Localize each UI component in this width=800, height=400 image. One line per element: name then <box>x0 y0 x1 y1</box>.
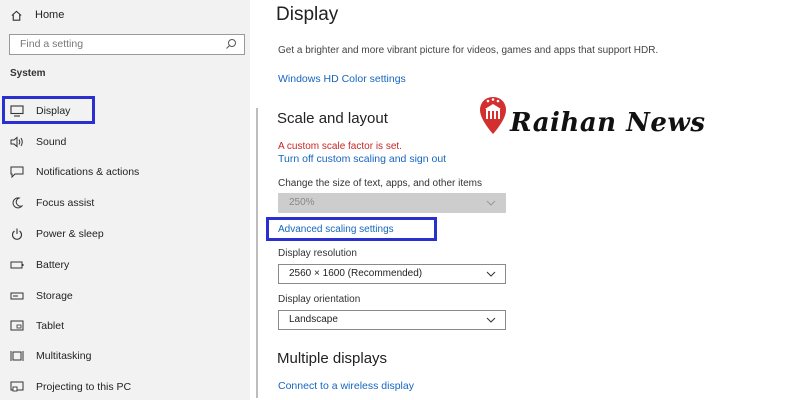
moon-icon <box>10 196 24 210</box>
system-section-header: System <box>10 68 46 79</box>
scale-dropdown: 250% <box>278 193 506 213</box>
chevron-down-icon <box>486 317 496 323</box>
resolution-label: Display resolution <box>278 248 357 259</box>
notifications-icon <box>10 165 24 179</box>
search-input[interactable]: Find a setting <box>9 34 245 55</box>
sidebar-item-multitasking[interactable]: Multitasking <box>10 347 91 365</box>
sidebar-item-label: Display <box>36 105 71 117</box>
tablet-icon <box>10 319 24 333</box>
resolution-dropdown[interactable]: 2560 × 1600 (Recommended) <box>278 264 506 284</box>
projecting-icon <box>10 380 24 394</box>
sidebar-item-focus-assist[interactable]: Focus assist <box>10 194 94 212</box>
sidebar-item-label: Power & sleep <box>36 228 104 240</box>
sidebar: Home Find a setting System Display Sound… <box>0 0 250 400</box>
chevron-down-icon <box>486 271 496 277</box>
orientation-value: Landscape <box>289 314 338 325</box>
sidebar-item-label: Tablet <box>36 320 65 332</box>
scale-layout-heading: Scale and layout <box>277 110 388 127</box>
sidebar-item-label: Focus assist <box>36 197 95 209</box>
sidebar-item-label: Sound <box>36 136 67 148</box>
main-scrollbar[interactable] <box>256 108 258 398</box>
resolution-value: 2560 × 1600 (Recommended) <box>289 268 423 279</box>
sidebar-item-label: Projecting to this PC <box>36 381 132 393</box>
storage-icon <box>10 289 24 303</box>
custom-scale-warning: A custom scale factor is set. <box>278 141 402 152</box>
sidebar-item-notifications[interactable]: Notifications & actions <box>10 163 139 181</box>
power-icon <box>10 227 24 241</box>
sidebar-item-sound[interactable]: Sound <box>10 133 66 151</box>
watermark-logo: Raihan News <box>478 96 718 152</box>
scale-value: 250% <box>289 197 315 208</box>
search-placeholder: Find a setting <box>20 38 84 50</box>
sidebar-item-label: Multitasking <box>36 350 92 362</box>
advanced-scaling-link[interactable]: Advanced scaling settings <box>278 224 394 235</box>
sidebar-item-battery[interactable]: Battery <box>10 256 69 274</box>
sidebar-item-power-sleep[interactable]: Power & sleep <box>10 225 104 243</box>
sidebar-item-tablet[interactable]: Tablet <box>10 317 64 335</box>
hdr-description: Get a brighter and more vibrant picture … <box>278 45 659 56</box>
sidebar-item-storage[interactable]: Storage <box>10 287 73 305</box>
hdr-color-settings-link[interactable]: Windows HD Color settings <box>278 73 406 85</box>
connect-wireless-display-link[interactable]: Connect to a wireless display <box>278 380 414 392</box>
battery-icon <box>10 258 24 272</box>
monitor-icon <box>10 104 24 118</box>
page-title: Display <box>276 4 339 25</box>
orientation-label: Display orientation <box>278 294 361 305</box>
sidebar-item-display[interactable]: Display <box>10 102 70 120</box>
home-icon <box>11 10 22 21</box>
turn-off-custom-scaling-link[interactable]: Turn off custom scaling and sign out <box>278 153 446 165</box>
home-label: Home <box>35 9 65 21</box>
sidebar-item-label: Notifications & actions <box>36 166 140 178</box>
size-label: Change the size of text, apps, and other… <box>278 178 483 189</box>
location-pin-icon <box>480 97 506 134</box>
orientation-dropdown[interactable]: Landscape <box>278 310 506 330</box>
sidebar-item-label: Battery <box>36 259 70 271</box>
watermark-text: Raihan News <box>510 108 706 138</box>
sidebar-item-label: Storage <box>36 290 73 302</box>
search-icon[interactable] <box>225 38 237 50</box>
home-nav-item[interactable]: Home <box>10 6 64 24</box>
sidebar-item-projecting[interactable]: Projecting to this PC <box>10 378 131 396</box>
multitasking-icon <box>10 349 24 363</box>
multiple-displays-heading: Multiple displays <box>277 350 388 367</box>
chevron-down-icon <box>486 200 496 206</box>
speaker-icon <box>10 135 24 149</box>
